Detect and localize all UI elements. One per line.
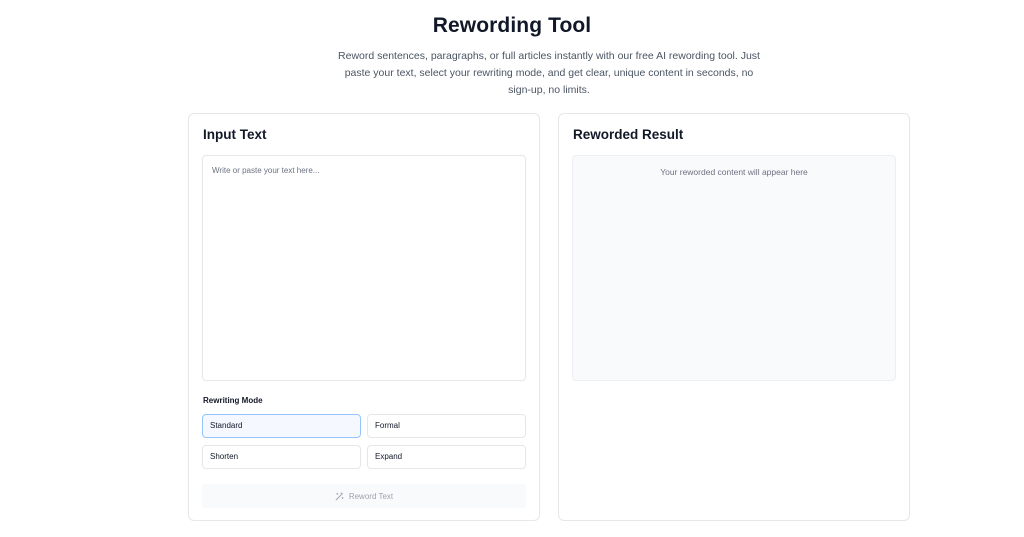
mode-formal-button[interactable]: Formal (367, 414, 526, 438)
mode-standard-button[interactable]: Standard (202, 414, 361, 438)
page: Rewording Tool Reword sentences, paragra… (0, 0, 1024, 537)
rewriting-mode-label: Rewriting Mode (203, 396, 263, 405)
magic-wand-icon (335, 491, 344, 500)
mode-shorten-button[interactable]: Shorten (202, 445, 361, 469)
input-panel-title: Input Text (203, 127, 267, 142)
reword-text-label: Reword Text (348, 491, 394, 501)
reword-text-button[interactable]: Reword Text (202, 484, 526, 508)
page-title: Rewording Tool (432, 14, 592, 37)
mode-expand-button[interactable]: Expand (367, 445, 526, 469)
input-panel: Input Text Rewriting Mode Standard Forma… (188, 113, 540, 521)
result-panel-title: Reworded Result (573, 127, 684, 142)
result-placeholder: Your reworded content will appear here (660, 167, 808, 177)
result-panel: Reworded Result Your reworded content wi… (558, 113, 910, 521)
page-subtitle: Reword sentences, paragraphs, or full ar… (338, 50, 760, 96)
text-input[interactable] (202, 155, 526, 381)
result-output: Your reworded content will appear here (572, 155, 896, 381)
